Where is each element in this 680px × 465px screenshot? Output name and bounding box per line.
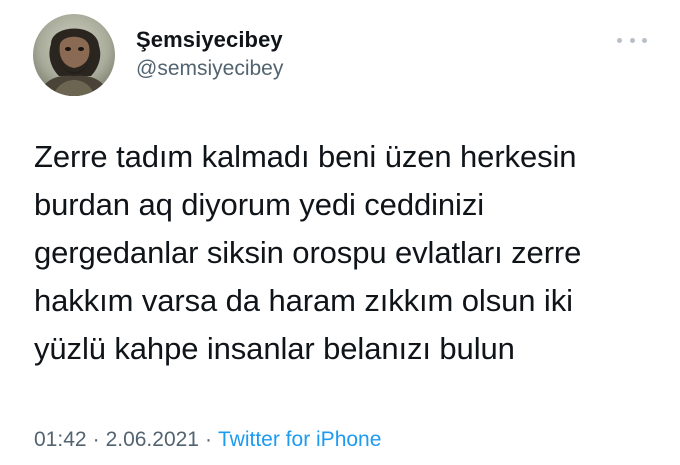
dot [617, 37, 622, 43]
more-horizontal-icon[interactable] [617, 33, 647, 47]
separator: · [92, 428, 100, 451]
dot [629, 37, 635, 43]
tweet-date[interactable]: 2.06.2021 [106, 428, 199, 451]
tweet-metadata: 01:42 · 2.06.2021 · Twitter for iPhone [34, 428, 381, 452]
author-display-name[interactable]: Şemsiyecibey [136, 27, 283, 53]
separator: · [205, 428, 212, 451]
tweet-source-link[interactable]: Twitter for iPhone [218, 428, 381, 451]
tweet-card: Şemsiyecibey @semsiyecibey Zerre tadım k… [0, 0, 680, 465]
author-handle[interactable]: @semsiyecibey [136, 57, 283, 81]
tweet-text: Zerre tadım kalmadı beni üzen herkesin b… [34, 139, 582, 366]
avatar-image [33, 14, 115, 96]
tweet-time[interactable]: 01:42 [34, 428, 87, 451]
avatar[interactable] [33, 14, 115, 96]
dot [642, 37, 647, 43]
